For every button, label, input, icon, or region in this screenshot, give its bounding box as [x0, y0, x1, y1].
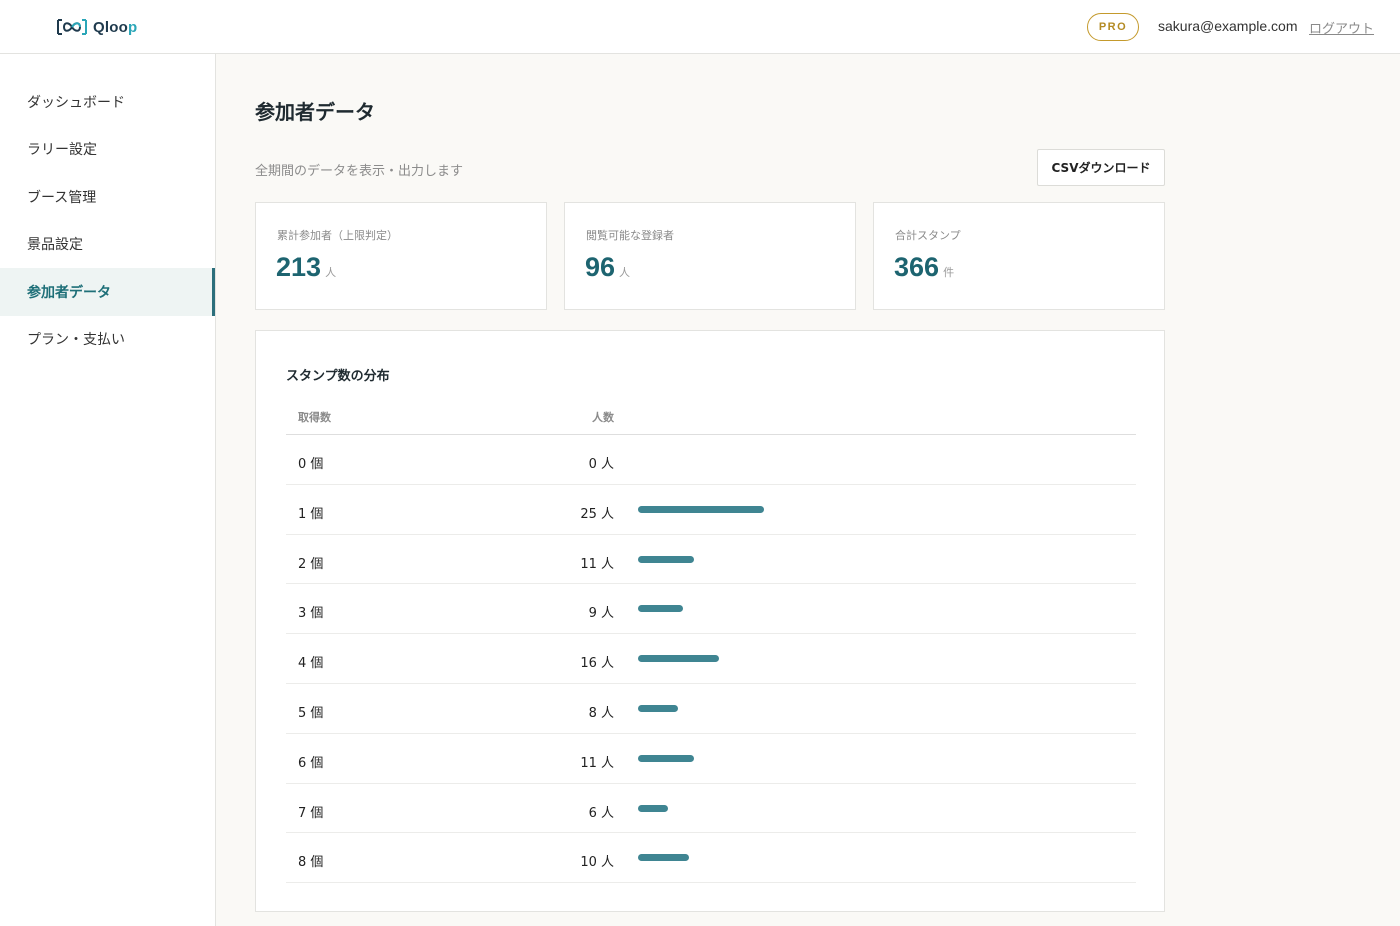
pro-plan-badge: PRO: [1087, 13, 1139, 41]
sidebar-item-plan-billing[interactable]: プラン・支払い: [0, 315, 215, 363]
table-row: 3 個9 人: [286, 584, 1136, 635]
csv-download-button[interactable]: CSVダウンロード: [1037, 149, 1165, 186]
column-header-people: 人数: [592, 411, 614, 424]
table-row: 1 個 25 人: [286, 485, 1136, 535]
logout-link[interactable]: ログアウト: [1309, 18, 1374, 37]
stat-label: 累計参加者（上限判定）: [277, 229, 398, 242]
row-people-count: 10 人: [580, 855, 614, 871]
distribution-bar: [638, 754, 694, 762]
stat-value: 213: [276, 252, 322, 282]
row-people-count: 11 人: [580, 755, 614, 771]
stamp-distribution-card: スタンプ数の分布 取得数 人数 0 個0 人1 個 25 人2 個 11 人3 個9…: [255, 330, 1165, 912]
table-row: 4 個 16 人: [286, 634, 1136, 684]
stat-value: 366: [894, 252, 940, 282]
row-people-count: 6 人: [588, 805, 614, 821]
stat-card-viewable-registrants: 閲覧可能な登録者 96 人: [564, 202, 856, 310]
logo-text: Qloop: [93, 18, 138, 36]
row-people-count: 8 人: [588, 705, 614, 721]
table-row: 0 個0 人: [286, 435, 1136, 485]
distribution-bar: [638, 804, 669, 812]
table-row: 6 個 11 人: [286, 734, 1136, 784]
row-people-count: 25 人: [580, 506, 614, 522]
distribution-title: スタンプ数の分布: [286, 369, 390, 384]
user-email: sakura@example.com: [1158, 18, 1298, 34]
stat-unit: 人: [619, 266, 631, 279]
top-header: Qloop PRO sakura@example.com ログアウト: [0, 0, 1400, 54]
sidebar-item-participant-data[interactable]: 参加者データ: [0, 268, 215, 316]
distribution-bar: [638, 704, 679, 712]
distribution-bar: [638, 655, 719, 663]
row-people-count: 0 人: [588, 457, 614, 472]
sidebar-item-booth-management[interactable]: ブース管理: [0, 173, 215, 221]
sidebar-item-rally-settings[interactable]: ラリー設定: [0, 125, 215, 173]
page-title: 参加者データ: [255, 100, 375, 124]
stat-label: 合計スタンプ: [895, 229, 961, 242]
stat-card-total-stamps: 合計スタンプ 366 件: [873, 202, 1165, 310]
stat-unit: 件: [943, 266, 955, 279]
row-people-count: 9 人: [588, 606, 614, 622]
row-people-count: 16 人: [580, 656, 614, 672]
distribution-bar: [638, 555, 694, 563]
table-row: 8 個 10 人: [286, 833, 1136, 884]
stat-unit: 人: [325, 266, 337, 279]
sidebar-item-dashboard[interactable]: ダッシュボード: [0, 78, 215, 126]
table-row: 5 個8 人: [286, 684, 1136, 734]
row-people-count: 11 人: [580, 556, 614, 572]
distribution-bar: [638, 505, 765, 513]
table-row: 2 個 11 人: [286, 535, 1136, 585]
sidebar-nav: ダッシュボード ラリー設定 ブース管理 景品設定 参加者データ プラン・支払い: [0, 54, 216, 926]
distribution-bar: [638, 605, 684, 613]
page-subtitle: 全期間のデータを表示・出力します: [255, 164, 464, 179]
stat-card-total-participants: 累計参加者（上限判定） 213 人: [255, 202, 547, 310]
distribution-table: 取得数 人数 0 個0 人1 個 25 人2 個 11 人3 個9 人4 個 16 人…: [286, 401, 1136, 884]
table-header-row: 取得数 人数: [286, 401, 1136, 435]
sidebar-item-prize-settings[interactable]: 景品設定: [0, 220, 215, 268]
stat-value: 96: [585, 252, 616, 282]
infinity-logo-icon: [57, 19, 87, 35]
app-logo[interactable]: Qloop: [55, 15, 137, 39]
stat-label: 閲覧可能な登録者: [586, 229, 674, 242]
table-row: 7 個6 人: [286, 784, 1136, 834]
distribution-bar: [638, 854, 689, 862]
